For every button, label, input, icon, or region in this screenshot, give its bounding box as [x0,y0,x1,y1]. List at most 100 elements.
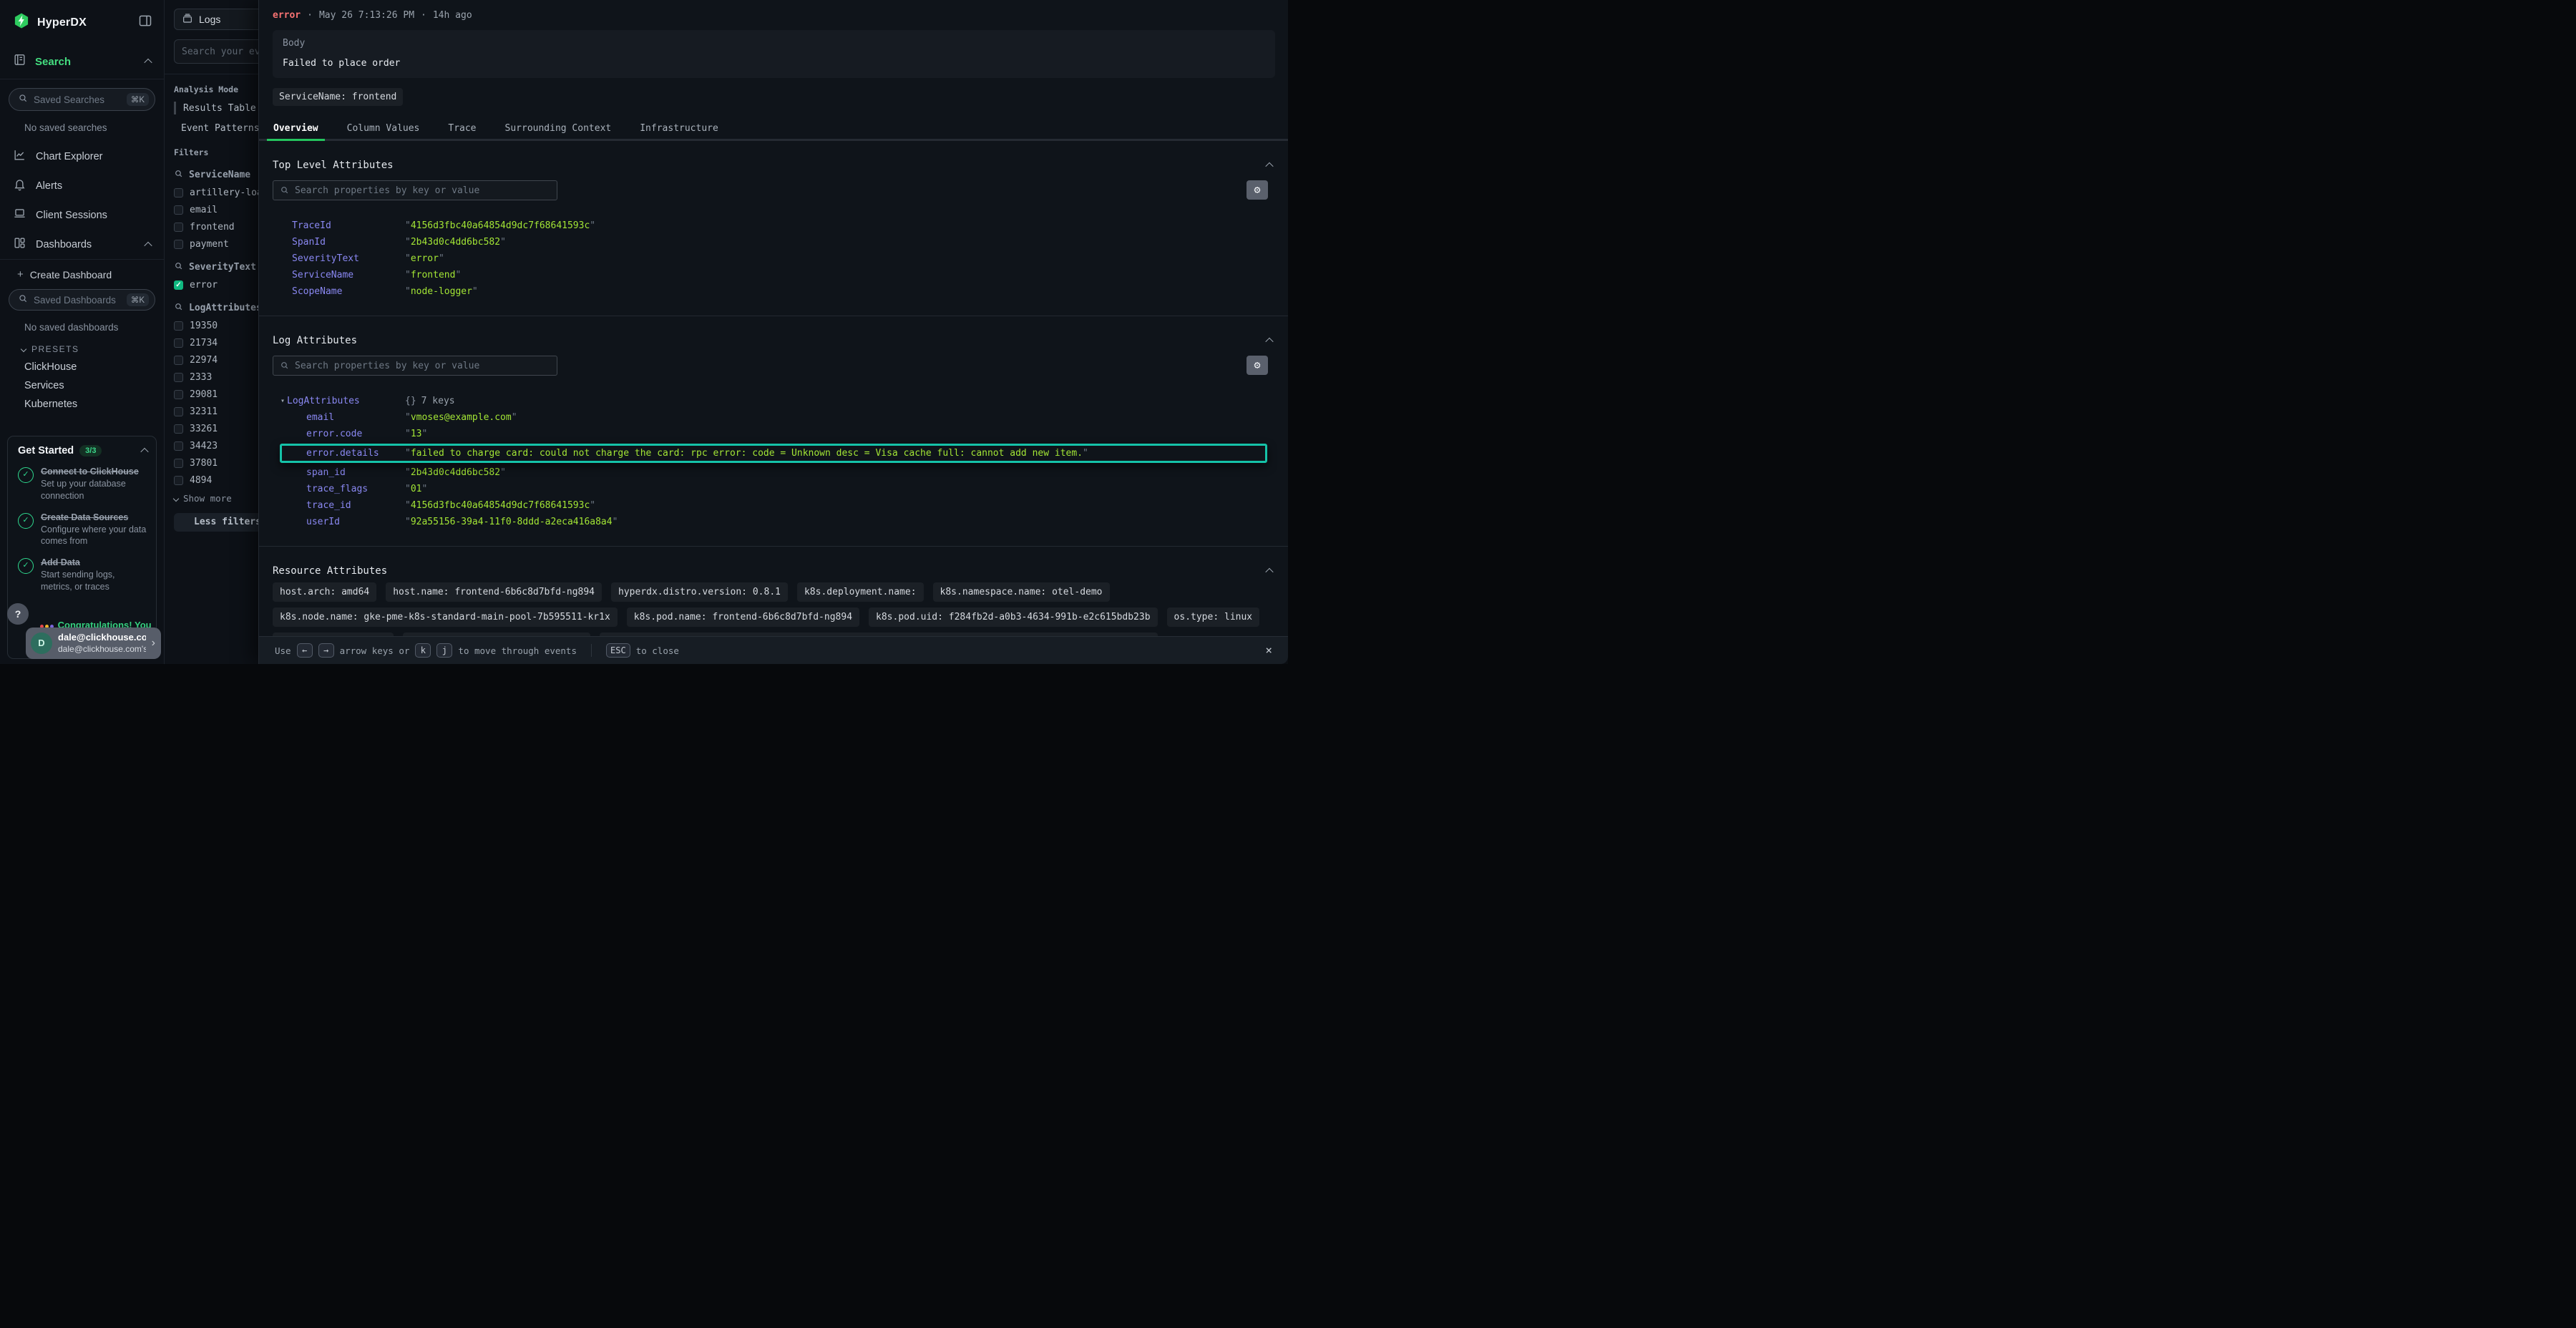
resource-chip[interactable]: k8s.pod.uid: f284fb2d-a0b3-4634-991b-e2c… [869,607,1158,627]
attribute-row[interactable]: SeverityTexterror [273,250,1274,267]
sidebar-item-client-sessions[interactable]: Client Sessions [0,200,164,230]
event-search-field[interactable] [182,47,258,57]
attribute-row[interactable]: userId92a55156-39a4-11f0-8ddd-a2eca416a8… [273,514,1274,530]
saved-dashboards-input[interactable]: ⌘K [9,289,155,311]
preset-services[interactable]: Services [24,380,164,391]
presets-toggle[interactable]: PRESETS [21,344,164,354]
create-dashboard-button[interactable]: + Create Dashboard [0,260,164,280]
resource-chip[interactable]: k8s.deployment.name: [797,582,924,602]
checkbox[interactable] [174,240,183,249]
attribute-row[interactable]: ScopeNamenode-logger [273,283,1274,300]
filter-option[interactable]: 2333 [174,372,258,383]
event-search-input[interactable] [174,39,258,64]
sidebar-collapse-icon[interactable] [138,14,152,31]
tree-caret-icon[interactable]: ▾ [280,393,287,409]
saved-dashboards-field[interactable] [34,295,121,306]
filter-option[interactable]: 37801 [174,458,258,469]
attribute-tree-root[interactable]: ▾ LogAttributes {} 7 keys [273,393,1274,409]
tab-trace[interactable]: Trace [441,118,482,141]
preset-clickhouse[interactable]: ClickHouse [24,361,164,373]
property-search-field[interactable] [295,361,550,371]
collapse-section-icon[interactable] [1265,338,1273,346]
collapse-section-icon[interactable] [1265,568,1273,576]
resource-chip[interactable]: hyperdx.distro.version: 0.8.1 [611,582,788,602]
attribute-row[interactable]: TraceId4156d3fbc40a64854d9dc7f68641593c [273,218,1274,234]
show-more-button[interactable]: Show more [174,493,258,504]
resource-chip[interactable]: host.arch: amd64 [273,582,376,602]
checkbox[interactable] [174,356,183,365]
attribute-row[interactable]: span_id2b43d0c4dd6bc582 [273,464,1274,481]
filter-option[interactable]: 4894 [174,475,258,486]
resource-chip[interactable]: os.type: linux [1167,607,1260,627]
checkbox[interactable] [174,188,183,197]
close-icon[interactable]: × [1265,643,1272,657]
saved-searches-field[interactable] [34,94,121,105]
filter-option[interactable]: 22974 [174,355,258,366]
filter-option-checked[interactable]: ✓error [174,280,258,290]
attribute-row[interactable]: trace_id4156d3fbc40a64854d9dc7f68641593c [273,497,1274,514]
filter-option[interactable]: frontend [174,222,258,233]
tab-surrounding-context[interactable]: Surrounding Context [499,118,618,141]
filter-option[interactable]: 19350 [174,321,258,331]
preset-kubernetes[interactable]: Kubernetes [24,399,164,410]
attribute-row[interactable]: emailvmoses@example.com [273,409,1274,426]
filter-option[interactable]: email [174,205,258,215]
sidebar-item-alerts[interactable]: Alerts [0,171,164,200]
checkbox[interactable] [174,321,183,331]
saved-searches-input[interactable]: ⌘K [9,88,155,111]
tab-overview[interactable]: Overview [267,118,325,141]
service-name-chip[interactable]: ServiceName: frontend [273,88,403,106]
get-started-item[interactable]: ✓ Add Data Start sending logs, metrics, … [18,557,147,593]
checkbox-checked[interactable]: ✓ [174,280,183,290]
filter-option[interactable]: 32311 [174,406,258,417]
checkbox[interactable] [174,205,183,215]
gear-icon[interactable]: ⚙ [1246,180,1268,200]
mode-results-table[interactable]: Results Table [174,102,258,114]
resource-chip[interactable]: k8s.pod.name: frontend-6b6c8d7bfd-ng894 [627,607,859,627]
section-title: Log Attributes [273,335,357,346]
get-started-item[interactable]: ✓ Create Data Sources Configure where yo… [18,512,147,548]
filter-option[interactable]: payment [174,239,258,250]
checkbox[interactable] [174,441,183,451]
checkbox[interactable] [174,223,183,232]
sidebar-item-search[interactable]: Search [0,40,164,79]
checkbox[interactable] [174,390,183,399]
filter-option[interactable]: 34423 [174,441,258,451]
checkbox[interactable] [174,459,183,468]
attribute-row[interactable]: SpanId2b43d0c4dd6bc582 [273,234,1274,250]
gear-icon[interactable]: ⚙ [1246,356,1268,375]
check-circle-icon: ✓ [18,558,34,574]
tab-column-values[interactable]: Column Values [341,118,426,141]
filter-option[interactable]: 29081 [174,389,258,400]
filter-option[interactable]: 33261 [174,424,258,434]
checkbox[interactable] [174,424,183,434]
source-select[interactable]: Logs [174,9,258,30]
property-search-field[interactable] [295,185,550,196]
checkbox[interactable] [174,373,183,382]
attribute-row[interactable]: trace_flags01 [273,481,1274,497]
user-menu[interactable]: D dale@clickhouse.com dale@clickhouse.co… [26,628,161,659]
less-filters-button[interactable]: Less filters [174,513,258,532]
resource-chip[interactable]: k8s.node.name: gke-pme-k8s-standard-main… [273,607,618,627]
property-search-input[interactable] [273,180,557,200]
tab-infrastructure[interactable]: Infrastructure [633,118,725,141]
checkbox[interactable] [174,338,183,348]
attribute-row[interactable]: error.code13 [273,426,1274,442]
attribute-row-highlighted[interactable]: error.detailsfailed to charge card: coul… [280,444,1267,463]
sidebar-item-dashboards[interactable]: Dashboards [0,230,164,259]
attribute-row[interactable]: ServiceNamefrontend [273,267,1274,283]
filter-option[interactable]: 21734 [174,338,258,348]
property-search-input[interactable] [273,356,557,376]
collapse-section-icon[interactable] [1265,162,1273,170]
sidebar-item-chart-explorer[interactable]: Chart Explorer [0,142,164,171]
chevron-up-icon[interactable] [140,448,148,456]
search-filters-panel: Logs Analysis Mode Results Table Event P… [165,0,258,664]
checkbox[interactable] [174,407,183,416]
mode-event-patterns[interactable]: Event Patterns [174,122,258,135]
get-started-item[interactable]: ✓ Connect to ClickHouse Set up your data… [18,466,147,502]
checkbox[interactable] [174,476,183,485]
resource-chip[interactable]: k8s.namespace.name: otel-demo [933,582,1110,602]
resource-chip[interactable]: host.name: frontend-6b6c8d7bfd-ng894 [386,582,602,602]
help-button[interactable]: ? [7,603,29,625]
filter-option[interactable]: artillery-loa [174,187,258,198]
